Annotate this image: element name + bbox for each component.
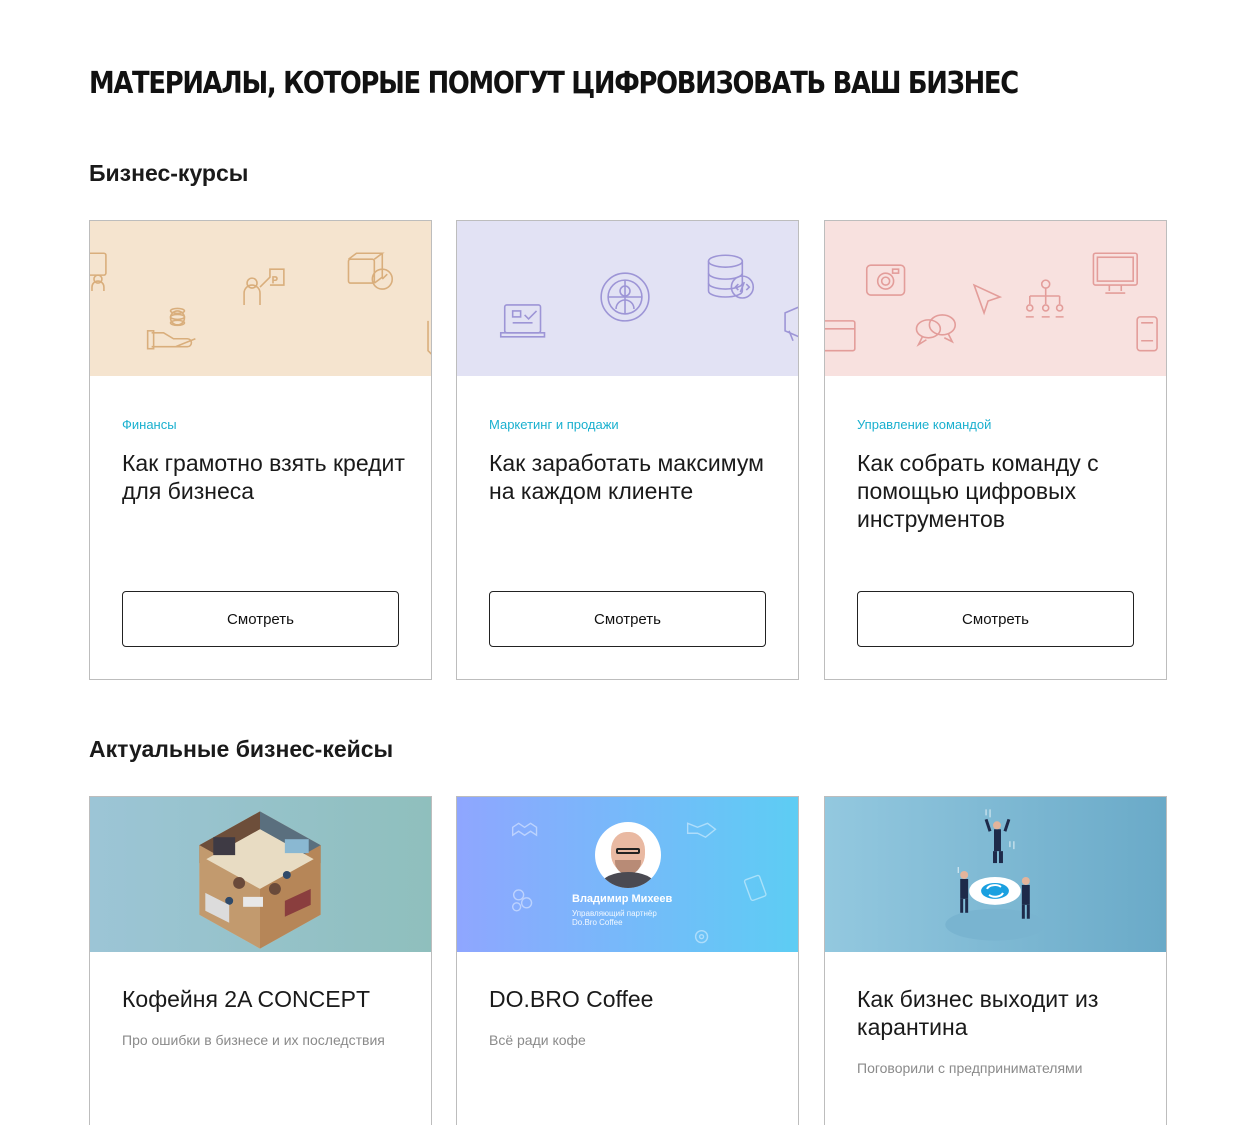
course-category[interactable]: Управление командой: [857, 417, 991, 432]
case-title[interactable]: Кофейня 2A CONCEPT: [122, 985, 411, 1013]
watch-button[interactable]: Смотреть: [857, 591, 1134, 647]
section-title-courses: Бизнес-курсы: [89, 160, 249, 186]
case-title[interactable]: DO.BRO Coffee: [489, 985, 778, 1013]
course-title[interactable]: Как собрать команду с помощью цифровых и…: [857, 449, 1146, 533]
page-title: МАТЕРИАЛЫ, КОТОРЫЕ ПОМОГУТ ЦИФРОВИЗОВАТЬ…: [89, 66, 1019, 101]
course-title[interactable]: Как грамотно взять кредит для бизнеса: [122, 449, 411, 505]
person-role: Управляющий партнёр: [572, 909, 657, 918]
course-category[interactable]: Финансы: [122, 417, 177, 432]
case-illustration-person: Владимир Михеев Управляющий партнёр Do.B…: [457, 797, 798, 952]
person-company: Do.Bro Coffee: [572, 918, 623, 927]
case-title[interactable]: Как бизнес выходит из карантина: [857, 985, 1146, 1041]
course-illustration-team: [825, 221, 1166, 376]
case-subtitle: Про ошибки в бизнесе и их последствия: [122, 1032, 385, 1048]
case-card-quarantine[interactable]: Как бизнес выходит из карантина Поговори…: [824, 796, 1167, 1125]
case-subtitle: Всё ради кофе: [489, 1032, 586, 1048]
course-title[interactable]: Как заработать максимум на каждом клиент…: [489, 449, 778, 505]
avatar: [595, 822, 661, 888]
course-illustration-finance: P: [90, 221, 431, 376]
case-subtitle: Поговорили с предпринимателями: [857, 1060, 1083, 1076]
watch-button[interactable]: Смотреть: [489, 591, 766, 647]
course-illustration-marketing: [457, 221, 798, 376]
case-card-dobro-coffee[interactable]: Владимир Михеев Управляющий партнёр Do.B…: [456, 796, 799, 1125]
case-illustration-coffee-shop: [90, 797, 431, 952]
course-category[interactable]: Маркетинг и продажи: [489, 417, 619, 432]
case-card-2a-concept[interactable]: Кофейня 2A CONCEPT Про ошибки в бизнесе …: [89, 796, 432, 1125]
section-title-cases: Актуальные бизнес-кейсы: [89, 736, 394, 762]
person-name: Владимир Михеев: [572, 893, 673, 905]
watch-button[interactable]: Смотреть: [122, 591, 399, 647]
course-card-marketing[interactable]: Маркетинг и продажи Как заработать макси…: [456, 220, 799, 680]
svg-text:P: P: [272, 275, 278, 285]
case-illustration-business-people: [825, 797, 1166, 952]
course-card-finance[interactable]: P Финансы Как грамотно взять кредит для …: [89, 220, 432, 680]
course-card-team[interactable]: Управление командой Как собрать команду …: [824, 220, 1167, 680]
